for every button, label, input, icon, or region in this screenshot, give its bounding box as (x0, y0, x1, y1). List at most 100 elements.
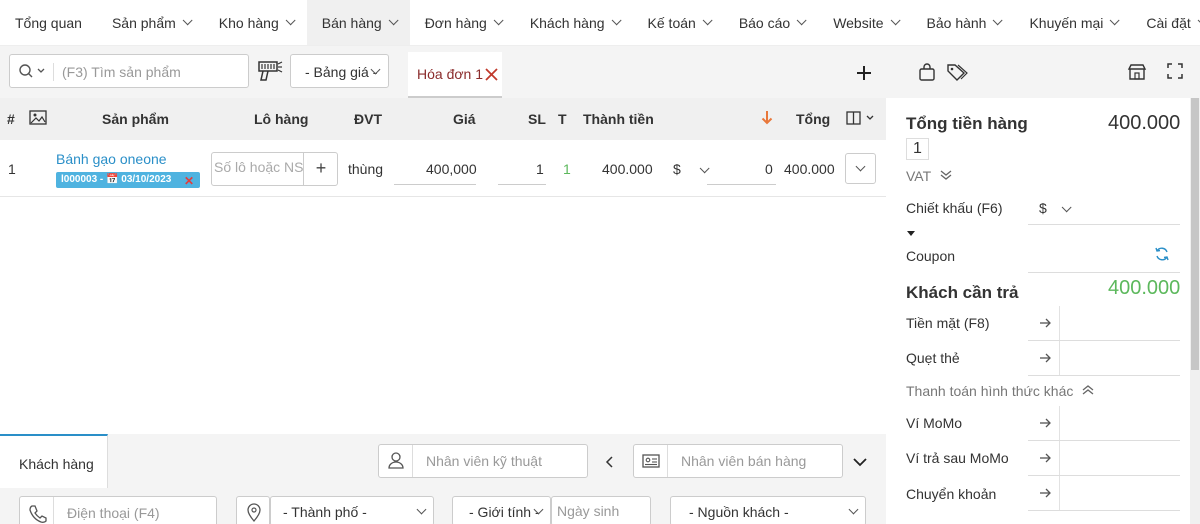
nav-item-label: Tổng quan (15, 14, 82, 31)
close-icon[interactable] (485, 68, 498, 81)
discount-type-select[interactable]: $ (673, 161, 710, 177)
column-lot: Lô hàng (254, 111, 309, 127)
price-list-label: - Bảng giá - (305, 64, 378, 80)
remove-lot-icon[interactable]: ✕ (184, 174, 194, 188)
scrollbar-thumb[interactable] (1191, 98, 1199, 370)
nav-item-products[interactable]: Sản phẩm (97, 0, 204, 45)
price-list-select[interactable]: - Bảng giá - (290, 54, 389, 88)
summary-discount-type-select[interactable]: $ (1039, 200, 1072, 216)
momo-fill-button[interactable] (1028, 406, 1060, 440)
vat-toggle[interactable]: VAT (906, 168, 953, 184)
store-icon[interactable] (1127, 62, 1147, 82)
product-search-box (9, 54, 249, 88)
chevron-down-icon (1061, 202, 1072, 213)
technician-input[interactable] (426, 453, 576, 469)
birthday-input[interactable] (557, 503, 647, 519)
refresh-coupon-icon[interactable] (1154, 246, 1170, 265)
nav-item-label: Cài đặt (1146, 14, 1191, 31)
nav-item-overview[interactable]: Tổng quan (0, 0, 97, 45)
tags-icon[interactable] (946, 62, 968, 82)
customer-source-select[interactable]: - Nguồn khách - (670, 496, 866, 524)
chevron-left-icon[interactable] (604, 455, 616, 471)
discount-label: Chiết khấu (F6) (906, 200, 1003, 216)
columns-toggle-icon[interactable] (846, 111, 878, 128)
nav-item-accounting[interactable]: Kế toán (633, 0, 724, 45)
nav-item-warehouse[interactable]: Kho hàng (204, 0, 307, 45)
row-expand-button[interactable] (845, 153, 876, 184)
double-chevron-up-icon (1082, 385, 1094, 395)
other-payment-label: Thanh toán hình thức khác (906, 383, 1074, 399)
row-index: 1 (8, 161, 16, 177)
chevron-down-icon (699, 163, 710, 174)
unit-text: thùng (348, 161, 384, 177)
caret-down-icon[interactable] (906, 224, 916, 240)
id-card-icon (634, 445, 668, 477)
add-lot-button[interactable]: + (303, 153, 338, 185)
card-fill-button[interactable] (1028, 341, 1060, 375)
other-payment-toggle[interactable]: Thanh toán hình thức khác (906, 383, 1095, 399)
nav-item-label: Khuyến mại (1029, 14, 1104, 31)
payment-summary-panel: Tổng tiền hàng 400.000 1 VAT Chiết khấu … (896, 98, 1190, 524)
nav-item-orders[interactable]: Đơn hàng (410, 0, 515, 45)
panel-scrollbar[interactable] (1190, 98, 1200, 524)
nav-item-reports[interactable]: Báo cáo (724, 0, 818, 45)
salesperson-input[interactable] (681, 453, 836, 469)
add-invoice-icon[interactable] (855, 64, 873, 82)
column-t: T (558, 111, 567, 127)
product-search-input[interactable] (62, 61, 242, 83)
arrow-right-icon (1040, 488, 1051, 498)
quantity-input[interactable]: 1 (536, 161, 544, 177)
city-select[interactable]: - Thành phố - (270, 496, 434, 524)
search-mode-dropdown[interactable] (18, 63, 54, 81)
nav-item-sales[interactable]: Bán hàng (306, 0, 410, 45)
fullscreen-icon[interactable] (1166, 62, 1186, 82)
nav-item-label: Khách hàng (529, 14, 605, 31)
row-discount-input[interactable]: 0 (765, 161, 773, 177)
transfer-label: Chuyển khoản (906, 486, 997, 502)
column-price: Giá (453, 111, 476, 127)
invoice-tab-label: Hóa đơn 1 (417, 66, 484, 82)
collapse-chevron-down-icon[interactable] (852, 455, 868, 471)
column-total: Tổng (796, 111, 831, 127)
chevron-down-icon (702, 15, 713, 26)
goods-count-badge: 1 (906, 138, 929, 160)
row-total-value: 400.000 (784, 161, 835, 177)
nav-item-label: Báo cáo (738, 14, 791, 31)
nav-item-promotions[interactable]: Khuyến mại (1014, 0, 1131, 45)
product-name-link[interactable]: Bánh gạo oneone (56, 151, 167, 167)
nav-item-label: Đơn hàng (424, 14, 487, 31)
nav-item-settings[interactable]: Cài đặt (1131, 0, 1200, 45)
lot-badge: l000003 - 📅 03/10/2023 ✕ (56, 172, 200, 188)
city-select-label: - Thành phố - (283, 504, 367, 520)
gender-select[interactable]: - Giới tính - (452, 496, 551, 524)
map-pin-icon (247, 503, 261, 522)
nav-item-customers[interactable]: Khách hàng (515, 0, 633, 45)
discount-underline (707, 184, 776, 185)
technician-field (378, 444, 588, 478)
phone-input[interactable] (67, 505, 207, 521)
arrow-right-icon (1040, 318, 1051, 328)
tab-customer[interactable]: Khách hàng (0, 434, 108, 488)
customer-section: Khách hàng - Thành phố - - Giới tính - (0, 434, 886, 524)
t-value: 1 (563, 161, 571, 177)
barcode-scanner-icon[interactable] (257, 59, 283, 83)
lot-input[interactable] (214, 159, 304, 175)
nav-item-warranty[interactable]: Bảo hành (912, 0, 1015, 45)
chevron-down-icon (285, 15, 296, 26)
sort-down-icon[interactable] (761, 110, 773, 128)
quantity-underline (498, 184, 546, 185)
gender-select-label: - Giới tính - (469, 504, 540, 520)
momo-later-fill-button[interactable] (1028, 441, 1060, 475)
nav-item-label: Sản phẩm (111, 14, 176, 31)
image-icon (29, 110, 47, 128)
cash-fill-button[interactable] (1028, 306, 1060, 340)
price-input[interactable]: 400,000 (426, 161, 477, 177)
invoice-tab[interactable]: Hóa đơn 1 (408, 52, 502, 98)
arrow-right-icon (1040, 353, 1051, 363)
nav-item-website[interactable]: Website (818, 0, 911, 45)
chevron-down-icon (493, 15, 504, 26)
shopping-bag-icon[interactable] (917, 62, 937, 82)
summary-discount-type: $ (1039, 200, 1047, 216)
transfer-fill-button[interactable] (1028, 476, 1060, 510)
vat-label: VAT (906, 168, 931, 184)
